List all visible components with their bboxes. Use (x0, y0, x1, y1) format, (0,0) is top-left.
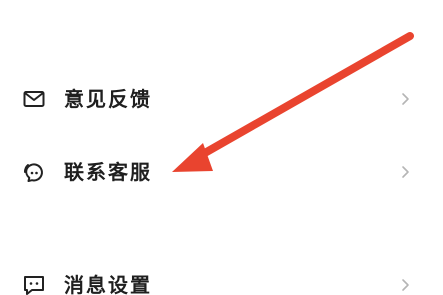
menu-item-message-settings[interactable]: 消息设置 (0, 265, 443, 295)
settings-screen: 意见反馈 联系客服 消息设置 (0, 0, 443, 295)
top-edge (0, 0, 443, 6)
annotation-arrow (172, 32, 414, 172)
menu-item-feedback[interactable]: 意见反馈 (0, 79, 443, 119)
chevron-right-icon (399, 91, 411, 107)
message-icon (22, 273, 46, 295)
menu-item-label: 消息设置 (64, 273, 152, 295)
chevron-right-icon (399, 277, 411, 293)
menu-item-customer-service[interactable]: 联系客服 (0, 152, 443, 192)
chevron-right-icon (399, 164, 411, 180)
menu-item-label: 意见反馈 (64, 87, 152, 111)
menu-item-label: 联系客服 (64, 160, 152, 184)
mail-icon (22, 87, 46, 111)
chat-support-icon (22, 160, 46, 184)
